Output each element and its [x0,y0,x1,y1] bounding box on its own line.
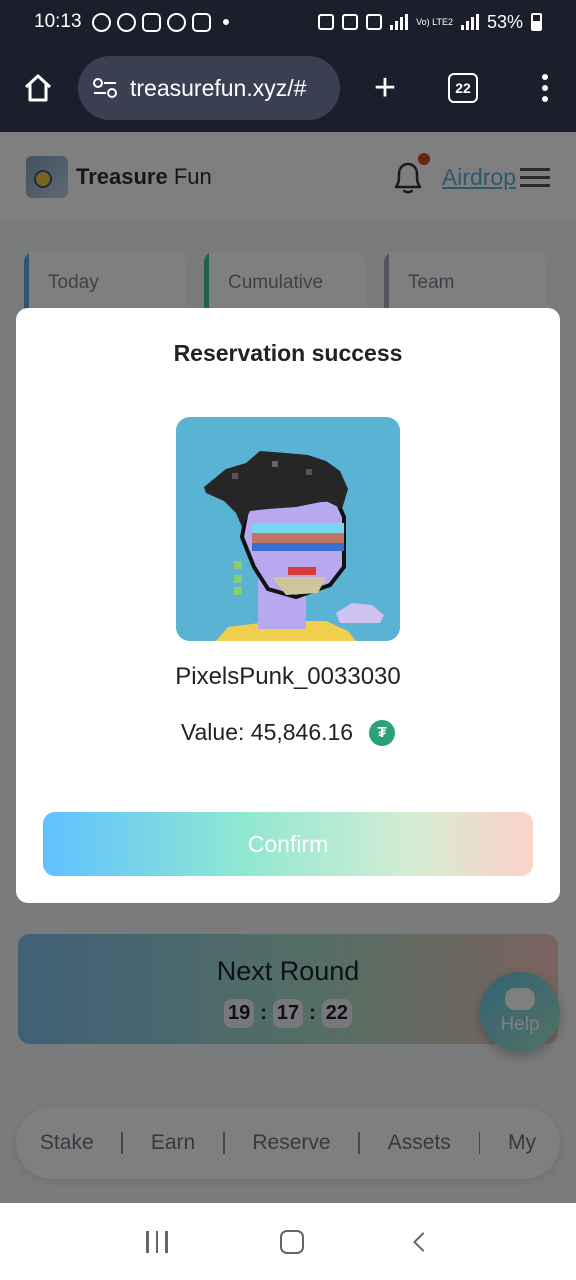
signal-icon [390,14,409,30]
new-tab-button[interactable]: + [370,69,400,107]
mute-icon [342,14,359,30]
facebook-icon [166,12,186,32]
notification-icons [91,12,211,32]
wifi-icon [366,14,383,30]
reservation-success-dialog: Reservation success PixelsPunk_0033030 V… [16,308,560,903]
whatsapp-icon [116,12,136,32]
value-text: Value: 45,846.16 [180,719,354,745]
pixel-punk-avatar-icon [176,417,400,641]
recent-apps-button[interactable] [146,1230,168,1253]
address-bar[interactable]: treasurefun.xyz/# [78,56,340,120]
home-icon [24,74,52,102]
dialog-title: Reservation success [173,340,403,366]
confirm-button[interactable]: Confirm [43,812,533,876]
nft-image [176,417,400,641]
nft-value: Value: 45,846.16 ₮ [16,719,560,746]
battery-icon [531,13,542,31]
url-text: treasurefun.xyz/# [130,74,307,101]
status-bar: 10:13 Vo) LTE2 53% [0,0,576,44]
browser-toolbar: treasurefun.xyz/# + 22 [0,44,576,132]
browser-home-button[interactable] [18,68,58,108]
site-settings-icon [93,78,117,98]
snapchat-icon [91,12,111,32]
instagram-icon [141,12,161,32]
instagram-icon-2 [191,12,211,32]
system-home-button[interactable] [279,1229,304,1254]
signal-icon-2 [460,14,479,30]
battery-percent: 53% [486,11,523,32]
more-notifications-dot-icon [222,19,229,25]
tether-usdt-icon: ₮ [369,719,396,746]
tab-switcher-button[interactable]: 22 [448,73,478,103]
sync-icon [318,14,335,30]
network-type: Vo) LTE2 [416,16,453,27]
browser-menu-button[interactable] [542,74,548,102]
system-nav-bar [0,1203,576,1280]
nft-name: PixelsPunk_0033030 [175,663,401,690]
status-time: 10:13 [34,11,82,32]
back-button[interactable] [412,1231,433,1252]
system-status: Vo) LTE2 53% [318,12,542,33]
